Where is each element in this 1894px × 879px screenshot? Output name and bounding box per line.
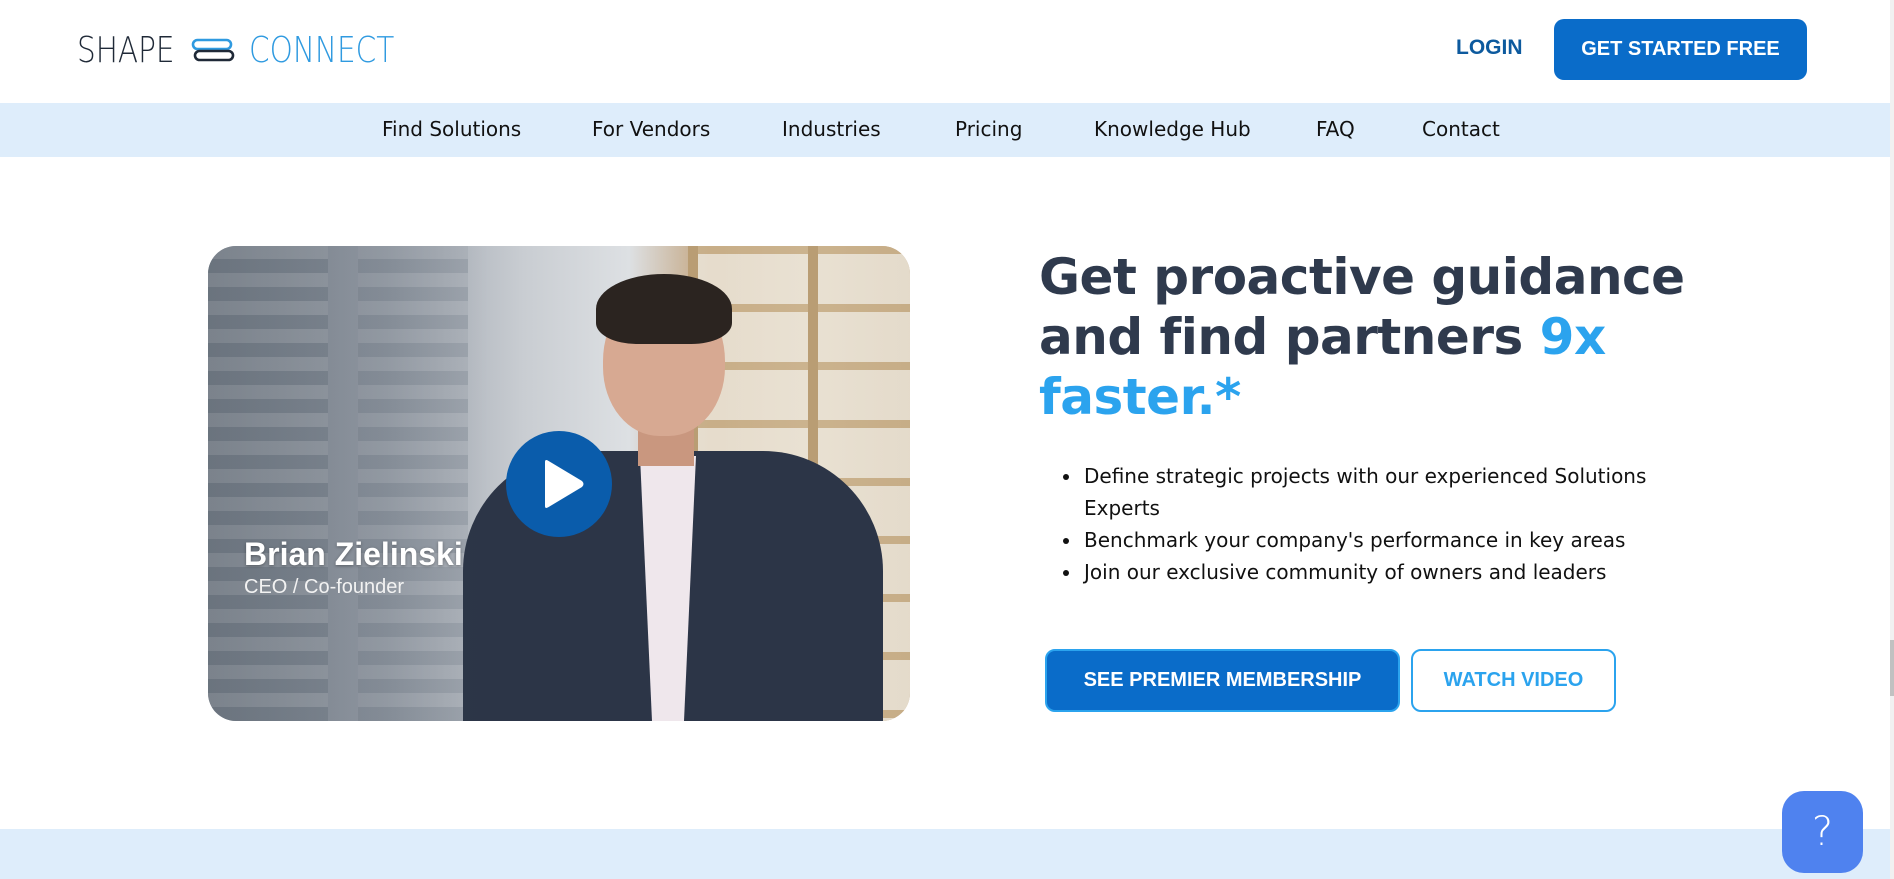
intro-video[interactable]: Brian Zielinski CEO / Co-founder [208, 246, 910, 721]
nav-item-industries[interactable]: Industries [782, 117, 881, 141]
logo[interactable]: SHAPE CONNECT [77, 28, 426, 72]
list-item: Join our exclusive community of owners a… [1082, 556, 1680, 588]
nav-item-knowledge-hub[interactable]: Knowledge Hub [1094, 117, 1251, 141]
hero-headline: Get proactive guidance and find partners… [1039, 247, 1759, 427]
page: SHAPE CONNECT LOGIN GET STARTED FREE Fin… [0, 0, 1894, 879]
get-started-button[interactable]: GET STARTED FREE [1554, 19, 1807, 80]
nav-item-for-vendors[interactable]: For Vendors [592, 117, 710, 141]
watch-video-button[interactable]: WATCH VIDEO [1411, 649, 1616, 712]
benefits-list: Define strategic projects with our exper… [1060, 460, 1680, 588]
site-header: SHAPE CONNECT LOGIN GET STARTED FREE [0, 0, 1890, 103]
help-button[interactable]: ? [1782, 791, 1863, 873]
logo-word-connect: CONNECT [249, 29, 395, 71]
nav-item-pricing[interactable]: Pricing [955, 117, 1022, 141]
logo-word-shape: SHAPE [77, 29, 175, 71]
nav-item-faq[interactable]: FAQ [1316, 117, 1355, 141]
premier-membership-button[interactable]: SEE PREMIER MEMBERSHIP [1045, 649, 1400, 712]
next-section-band [0, 829, 1890, 879]
scrollbar[interactable] [1890, 0, 1894, 879]
play-icon [545, 460, 584, 508]
main-nav: Find Solutions For Vendors Industries Pr… [0, 103, 1890, 157]
scrollbar-thumb[interactable] [1890, 640, 1894, 696]
list-item: Benchmark your company's performance in … [1082, 524, 1680, 556]
presenter-role: CEO / Co-founder [244, 576, 405, 598]
play-button[interactable] [506, 431, 612, 537]
list-item: Define strategic projects with our exper… [1082, 460, 1680, 524]
link-icon [191, 38, 235, 62]
nav-item-find-solutions[interactable]: Find Solutions [382, 117, 521, 141]
login-button[interactable]: LOGIN [1456, 36, 1523, 60]
help-icon: ? [1811, 809, 1834, 855]
nav-item-contact[interactable]: Contact [1422, 117, 1500, 141]
presenter-name: Brian Zielinski [244, 536, 463, 572]
